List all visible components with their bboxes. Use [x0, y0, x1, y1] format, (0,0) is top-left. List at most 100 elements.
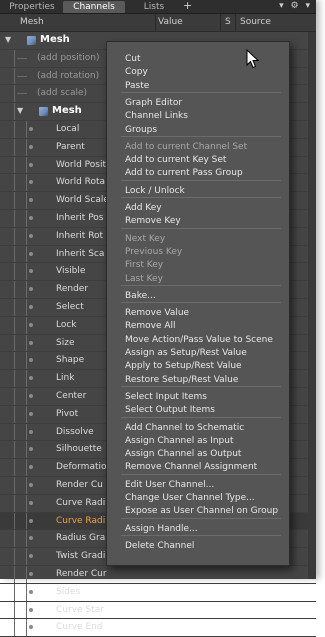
menu-item[interactable]: Groups: [125, 125, 157, 135]
menu-item[interactable]: Graph Editor: [125, 98, 182, 108]
menu-item[interactable]: Add to current Pass Group: [125, 168, 243, 178]
add-transform-label: (add scale): [37, 88, 88, 99]
channel-row[interactable]: Render Cur: [0, 565, 316, 584]
menu-item[interactable]: Cut: [125, 54, 141, 64]
col-value[interactable]: Value: [158, 17, 183, 27]
menu-item[interactable]: Remove Key: [125, 216, 181, 226]
channel-row[interactable]: Curve End: [0, 619, 316, 637]
menu-item[interactable]: Restore Setup/Rest Value: [125, 375, 238, 385]
tree-guide: [14, 85, 15, 103]
menu-item[interactable]: Apply to Setup/Rest Value: [125, 361, 242, 371]
tree-guide: [26, 120, 27, 138]
menu-item[interactable]: Remove Channel Assignment: [125, 462, 257, 472]
menu-item[interactable]: Remove All: [125, 321, 176, 331]
channel-row[interactable]: Sides: [0, 583, 316, 602]
channel-label: Local: [56, 123, 80, 134]
tree-guide: [26, 209, 27, 227]
menu-separator: [121, 473, 281, 475]
menu-item[interactable]: Copy: [125, 67, 148, 77]
expand-icon[interactable]: ▼: [5, 32, 11, 49]
channel-label: Silhouette: [56, 444, 102, 455]
tree-guide: [14, 192, 15, 209]
menu-item[interactable]: Edit User Channel...: [125, 480, 214, 490]
tree-guide: [14, 138, 15, 156]
tree-guide: [14, 103, 15, 120]
menu-item[interactable]: Assign Channel as Input: [125, 436, 234, 446]
tree-guide: [14, 174, 15, 192]
menu-item[interactable]: Assign Channel as Output: [125, 449, 241, 459]
tree-guide: [26, 601, 27, 619]
channel-label: Render Cu: [56, 479, 103, 490]
channel-label: World Posit: [56, 159, 106, 170]
menu-item[interactable]: Move Action/Pass Value to Scene: [125, 335, 273, 345]
menu-item[interactable]: Previous Key: [125, 247, 182, 257]
mouse-cursor-icon: [246, 49, 260, 69]
menu-item[interactable]: Delete Channel: [125, 541, 194, 551]
menu-item[interactable]: Last Key: [125, 274, 163, 284]
menu-item[interactable]: Select Output Items: [125, 405, 215, 415]
tree-guide: [26, 530, 27, 548]
channel-dot-icon: [29, 447, 33, 452]
channel-dot-icon: [29, 500, 33, 505]
tree-guide: [14, 120, 15, 138]
tree-guide: [26, 174, 27, 192]
menu-item[interactable]: Next Key: [125, 234, 165, 244]
tree-guide: [14, 512, 15, 530]
channel-dot-icon: [29, 322, 33, 327]
tree-guide: [14, 334, 15, 352]
tree-connector: [17, 57, 27, 59]
tab-properties[interactable]: Properties: [3, 1, 61, 13]
tree-guide: [26, 583, 27, 601]
scrollbar[interactable]: [308, 32, 316, 579]
menu-item[interactable]: Expose as User Channel on Group: [125, 506, 278, 516]
menu-item[interactable]: Select Input Items: [125, 392, 207, 402]
panel-options-icon[interactable]: ▾ ⚙ ▾: [279, 1, 312, 11]
menu-separator: [121, 302, 281, 304]
add-transform-label: (add position): [37, 52, 100, 63]
channel-label: Curve Radi: [56, 497, 106, 508]
col-source[interactable]: Source: [240, 17, 271, 27]
menu-item[interactable]: Assign Handle...: [125, 524, 198, 534]
channel-dot-icon: [29, 536, 33, 541]
add-transform-label: (add rotation): [37, 70, 100, 81]
tree-guide: [26, 619, 27, 637]
channel-label: Parent: [56, 141, 85, 152]
tree-guide: [14, 352, 15, 370]
tab-channels[interactable]: Channels: [63, 1, 125, 13]
channel-label: Radius Gra: [56, 533, 106, 544]
col-s[interactable]: S: [225, 17, 231, 27]
add-tab-button[interactable]: +: [183, 0, 192, 12]
channel-label: Link: [56, 373, 75, 384]
menu-item[interactable]: Paste: [125, 81, 149, 91]
menu-item[interactable]: Add to current Key Set: [125, 155, 226, 165]
channel-dot-icon: [29, 571, 33, 576]
tab-lists[interactable]: Lists: [128, 1, 180, 13]
expand-icon[interactable]: ▼: [17, 103, 23, 120]
channel-dot-icon: [29, 251, 33, 256]
menu-item[interactable]: Change User Channel Type...: [125, 493, 255, 503]
tree-guide: [26, 548, 27, 565]
menu-item[interactable]: Add Key: [125, 203, 162, 213]
tree-guide: [14, 583, 15, 601]
menu-item[interactable]: Bake...: [125, 291, 156, 301]
menu-item[interactable]: Lock / Unlock: [125, 186, 185, 196]
menu-item[interactable]: First Key: [125, 260, 163, 270]
menu-item[interactable]: Remove Value: [125, 308, 189, 318]
tree-guide: [14, 67, 15, 85]
channel-dot-icon: [29, 340, 33, 345]
tree-guide: [26, 512, 27, 530]
tree-connector: [17, 75, 27, 77]
menu-separator: [121, 534, 281, 536]
channel-row[interactable]: Curve Star: [0, 601, 316, 620]
menu-item[interactable]: Add Channel to Schematic: [125, 423, 244, 433]
tree-guide: [14, 441, 15, 459]
tree-guide: [14, 156, 15, 174]
menu-item[interactable]: Add to current Channel Set: [125, 142, 247, 152]
channel-dot-icon: [29, 144, 33, 149]
col-name[interactable]: Mesh: [20, 17, 44, 27]
menu-item[interactable]: Channel Links: [125, 111, 188, 121]
channel-dot-icon: [29, 304, 33, 309]
menu-item[interactable]: Assign as Setup/Rest Value: [125, 348, 247, 358]
menu-separator: [121, 179, 281, 181]
channel-dot-icon: [29, 198, 33, 203]
